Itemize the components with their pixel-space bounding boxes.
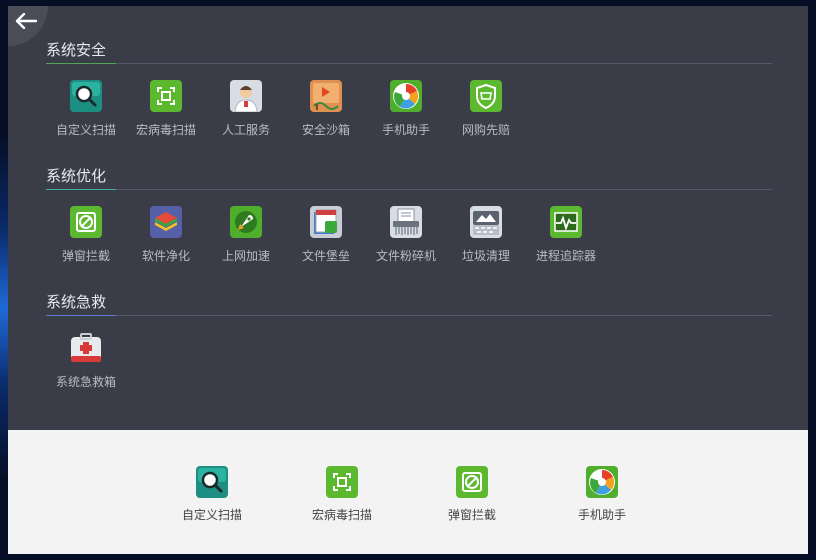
tool-popup-block[interactable]: 弹窗拦截: [46, 206, 126, 264]
quick-custom-scan[interactable]: 自定义扫描: [162, 466, 262, 523]
popup-block-icon: [70, 206, 102, 238]
section-system-security: 系统安全 自定义扫描 宏病毒扫描 人工服务 安全沙箱 手机助手 网购先赔: [46, 36, 772, 137]
tool-junk-clean[interactable]: 垃圾清理: [446, 206, 526, 264]
quick-popup-block[interactable]: 弹窗拦截: [422, 466, 522, 523]
section-title: 系统优化: [46, 162, 772, 190]
macro-virus-scan-icon: [150, 80, 182, 112]
quick-phone-assistant[interactable]: 手机助手: [552, 466, 652, 523]
section-system-rescue: 系统急救 系统急救箱: [46, 288, 772, 389]
tool-custom-scan[interactable]: 自定义扫描: [46, 80, 126, 138]
file-fortress-icon: [310, 206, 342, 238]
section-title: 系统急救: [46, 288, 772, 316]
section-system-optimize: 系统优化 弹窗拦截 软件净化 上网加速 文件堡垒 文件粉碎机 垃圾清理 进程追踪…: [46, 162, 772, 263]
tool-file-fortress[interactable]: 文件堡垒: [286, 206, 366, 264]
phone-assistant-icon: [390, 80, 422, 112]
popup-block-icon: [456, 466, 488, 498]
junk-clean-icon: [470, 206, 502, 238]
process-tracker-icon: [550, 206, 582, 238]
phone-assistant-icon: [586, 466, 618, 498]
section-title: 系统安全: [46, 36, 772, 64]
custom-scan-icon: [70, 80, 102, 112]
quick-macro-virus-scan[interactable]: 宏病毒扫描: [292, 466, 392, 523]
tool-net-accelerate[interactable]: 上网加速: [206, 206, 286, 264]
tool-shopping-shield[interactable]: 网购先赔: [446, 80, 526, 138]
software-purify-icon: [150, 206, 182, 238]
arrow-left-icon: [15, 13, 37, 29]
tool-software-purify[interactable]: 软件净化: [126, 206, 206, 264]
back-button[interactable]: [8, 6, 48, 46]
shopping-shield-icon: [470, 80, 502, 112]
quick-access-bar: 自定义扫描 宏病毒扫描 弹窗拦截 手机助手: [8, 430, 808, 554]
tool-sandbox[interactable]: 安全沙箱: [286, 80, 366, 138]
tools-panel: 系统安全 自定义扫描 宏病毒扫描 人工服务 安全沙箱 手机助手 网购先赔 系统优…: [8, 6, 808, 430]
manual-service-icon: [230, 80, 262, 112]
tool-macro-virus-scan[interactable]: 宏病毒扫描: [126, 80, 206, 138]
macro-virus-scan-icon: [326, 466, 358, 498]
file-shredder-icon: [390, 206, 422, 238]
tool-manual-service[interactable]: 人工服务: [206, 80, 286, 138]
net-accelerate-icon: [230, 206, 262, 238]
tool-process-tracker[interactable]: 进程追踪器: [526, 206, 606, 264]
first-aid-icon: [70, 332, 102, 364]
tool-phone-assistant[interactable]: 手机助手: [366, 80, 446, 138]
custom-scan-icon: [196, 466, 228, 498]
toolbox-window: 系统安全 自定义扫描 宏病毒扫描 人工服务 安全沙箱 手机助手 网购先赔 系统优…: [8, 6, 808, 554]
tool-first-aid[interactable]: 系统急救箱: [46, 332, 126, 390]
sandbox-icon: [310, 80, 342, 112]
tool-file-shredder[interactable]: 文件粉碎机: [366, 206, 446, 264]
